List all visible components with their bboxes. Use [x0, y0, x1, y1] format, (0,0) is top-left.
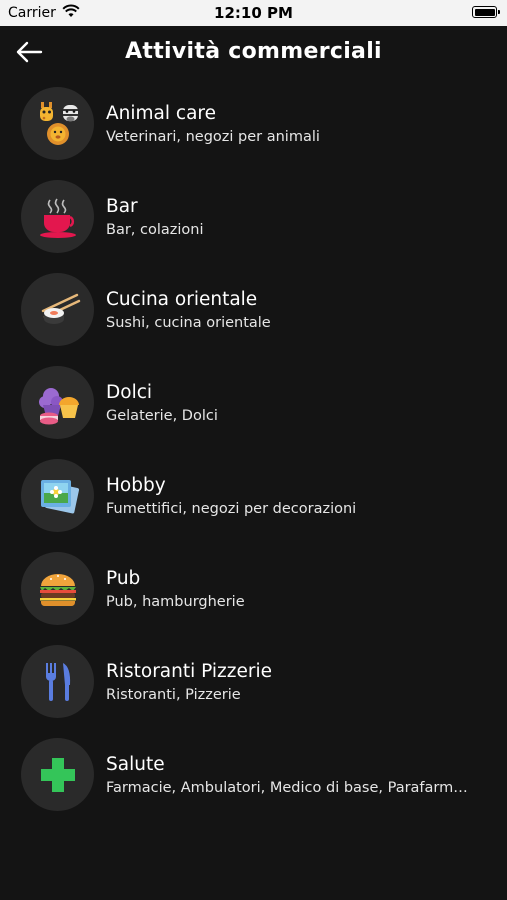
item-subtitle: Sushi, cucina orientale: [106, 315, 271, 331]
item-subtitle: Farmacie, Ambulatori, Medico di base, Pa…: [106, 780, 476, 796]
item-subtitle: Bar, colazioni: [106, 222, 204, 238]
category-list: Animal care Veterinari, negozi per anima…: [0, 85, 507, 829]
navigation-bar: Attività commerciali: [0, 26, 507, 78]
page-title: Attività commerciali: [125, 39, 382, 64]
list-item-bar[interactable]: Bar Bar, colazioni: [0, 178, 507, 271]
item-subtitle: Ristoranti, Pizzerie: [106, 687, 241, 703]
list-item-hobby[interactable]: Hobby Fumettifici, negozi per decorazion…: [0, 457, 507, 550]
animals-icon: [21, 87, 94, 160]
list-item-dolci[interactable]: Dolci Gelaterie, Dolci: [0, 364, 507, 457]
item-title: Hobby: [106, 475, 166, 496]
item-title: Ristoranti Pizzerie: [106, 661, 272, 682]
battery-icon: [472, 6, 500, 18]
list-item-pub[interactable]: Pub Pub, hamburgherie: [0, 550, 507, 643]
item-subtitle: Pub, hamburgherie: [106, 594, 245, 610]
item-title: Salute: [106, 754, 165, 775]
item-subtitle: Veterinari, negozi per animali: [106, 129, 320, 145]
medical-cross-icon: [21, 738, 94, 811]
sushi-icon: [21, 273, 94, 346]
cutlery-icon: [21, 645, 94, 718]
item-subtitle: Fumettifici, negozi per decorazioni: [106, 501, 357, 517]
coffee-cup-icon: [21, 180, 94, 253]
item-title: Dolci: [106, 382, 153, 403]
sweets-icon: [21, 366, 94, 439]
item-subtitle: Gelaterie, Dolci: [106, 408, 218, 424]
item-title: Animal care: [106, 103, 216, 124]
list-item-salute[interactable]: Salute Farmacie, Ambulatori, Medico di b…: [0, 736, 507, 829]
item-title: Bar: [106, 196, 138, 217]
photo-icon: [21, 459, 94, 532]
status-bar: Carrier 12:10 PM: [0, 0, 507, 26]
item-title: Cucina orientale: [106, 289, 258, 310]
list-item-cucina-orientale[interactable]: Cucina orientale Sushi, cucina orientale: [0, 271, 507, 364]
list-item-ristoranti-pizzerie[interactable]: Ristoranti Pizzerie Ristoranti, Pizzerie: [0, 643, 507, 736]
item-title: Pub: [106, 568, 141, 589]
burger-icon: [21, 552, 94, 625]
list-item-animal-care[interactable]: Animal care Veterinari, negozi per anima…: [0, 85, 507, 178]
clock: 12:10 PM: [214, 4, 293, 22]
